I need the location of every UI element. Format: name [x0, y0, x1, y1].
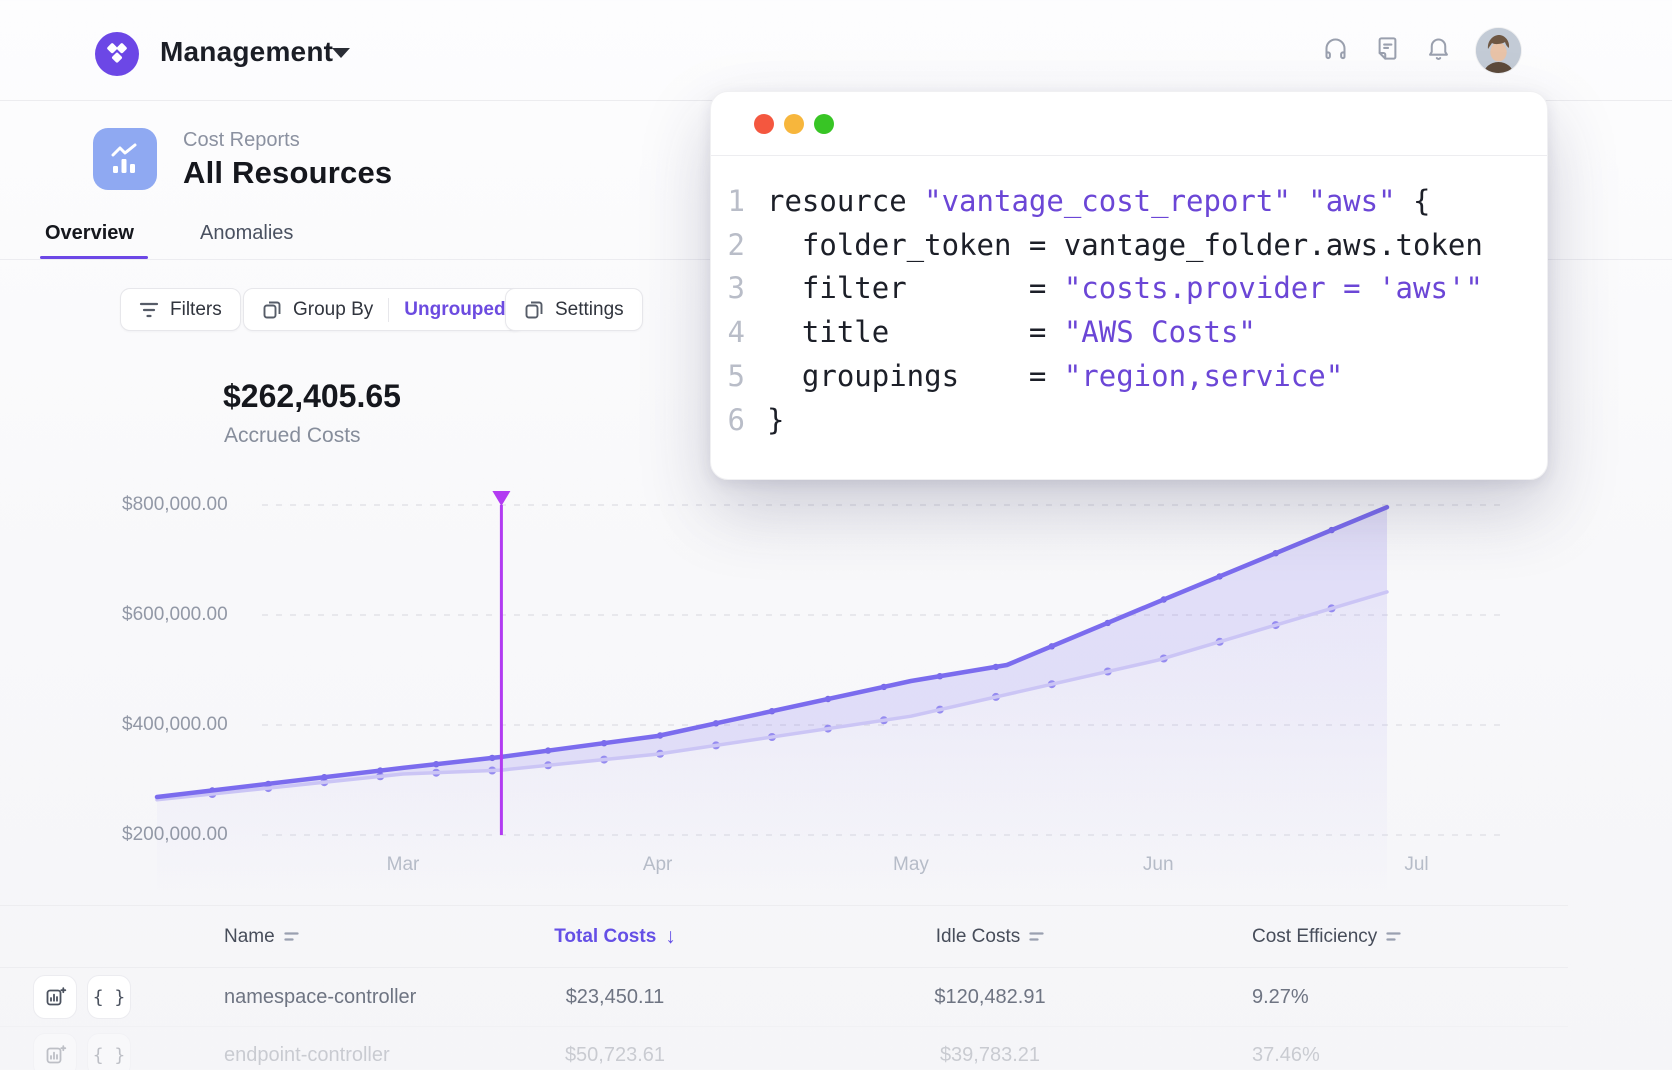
table-header-row: Name Total Costs ↓ Idle Costs Cost Effic…: [0, 905, 1568, 968]
cell-name: namespace-controller: [190, 986, 465, 1009]
filter-icon: [139, 301, 159, 319]
y-axis-label: $400,000.00: [122, 714, 228, 736]
x-axis-label: Jun: [1143, 854, 1174, 876]
cell-total-costs: $23,450.11: [465, 986, 765, 1009]
chart-trend-icon: [107, 142, 143, 176]
cost-report-icon: [93, 128, 157, 190]
code-line: 4 title = "AWS Costs": [711, 311, 1547, 355]
workspace-dropdown-caret[interactable]: [332, 48, 350, 58]
code-content[interactable]: 1resource "vantage_cost_report" "aws" {2…: [711, 156, 1547, 442]
code-text: }: [745, 399, 784, 443]
line-number: 4: [711, 311, 745, 355]
code-text: filter = "costs.provider = 'aws'": [745, 267, 1483, 311]
button-divider: [388, 298, 389, 322]
column-header-idle-costs[interactable]: Idle Costs: [765, 926, 1215, 948]
tab-anomalies[interactable]: Anomalies: [200, 222, 293, 245]
line-number: 1: [711, 180, 745, 224]
x-axis-label: Mar: [387, 854, 420, 876]
cell-cost-efficiency: 9.27%: [1215, 986, 1568, 1009]
code-text: groupings = "region,service": [745, 355, 1343, 399]
document-icon[interactable]: [1374, 35, 1401, 62]
sort-lines-icon: [284, 930, 299, 943]
minimize-traffic-light[interactable]: [784, 114, 804, 134]
line-number: 2: [711, 224, 745, 268]
group-by-icon: [262, 300, 282, 320]
column-header-name[interactable]: Name: [190, 926, 465, 948]
breadcrumb-section: Cost Reports: [183, 129, 300, 152]
workspace-title: Management: [160, 36, 333, 68]
group-by-button[interactable]: Group By Ungrouped: [243, 288, 525, 331]
x-axis-label: May: [893, 854, 929, 876]
line-number: 6: [711, 399, 745, 443]
code-text: folder_token = vantage_folder.aws.token: [745, 224, 1483, 268]
zoom-traffic-light[interactable]: [814, 114, 834, 134]
table-row[interactable]: { } endpoint-controller$50,723.61$39,783.…: [0, 1026, 1568, 1070]
active-tab-underline: [40, 256, 148, 259]
filters-button[interactable]: Filters: [120, 288, 241, 331]
sort-arrow-down-icon: ↓: [665, 925, 676, 949]
area-chart-canvas: [0, 460, 1568, 980]
code-line: 3 filter = "costs.provider = 'aws'": [711, 267, 1547, 311]
line-number: 3: [711, 267, 745, 311]
cell-idle-costs: $39,783.21: [765, 1044, 1215, 1067]
table-row[interactable]: { } namespace-controller$23,450.11$120,48…: [0, 968, 1568, 1026]
logo-diamonds-icon: [104, 41, 130, 67]
code-text: title = "AWS Costs": [745, 311, 1256, 355]
accrued-costs-label: Accrued Costs: [224, 424, 361, 448]
column-header-total-costs[interactable]: Total Costs ↓: [465, 925, 765, 949]
group-by-value: Ungrouped: [404, 299, 505, 321]
line-number: 5: [711, 355, 745, 399]
cell-idle-costs: $120,482.91: [765, 986, 1215, 1009]
settings-label: Settings: [555, 299, 624, 321]
cell-total-costs: $50,723.61: [465, 1044, 765, 1067]
page-title: All Resources: [183, 155, 392, 191]
close-traffic-light[interactable]: [754, 114, 774, 134]
x-axis-label: Jul: [1404, 854, 1428, 876]
code-line: 5 groupings = "region,service": [711, 355, 1547, 399]
add-to-chart-button[interactable]: [33, 1033, 77, 1070]
code-line: 6}: [711, 399, 1547, 443]
accrued-costs-amount: $262,405.65: [223, 378, 401, 415]
y-axis-label: $200,000.00: [122, 824, 228, 846]
headphones-icon[interactable]: [1322, 35, 1349, 62]
code-braces-button[interactable]: { }: [87, 975, 131, 1019]
settings-button[interactable]: Settings: [505, 288, 643, 331]
user-avatar[interactable]: [1476, 28, 1521, 73]
row-divider: [0, 1026, 1568, 1027]
y-axis-label: $600,000.00: [122, 604, 228, 626]
bell-icon[interactable]: [1425, 35, 1452, 62]
code-editor-window[interactable]: 1resource "vantage_cost_report" "aws" {2…: [710, 91, 1548, 480]
sort-lines-icon: [1386, 930, 1401, 943]
filters-label: Filters: [170, 299, 222, 321]
code-line: 1resource "vantage_cost_report" "aws" {: [711, 180, 1547, 224]
group-by-label: Group By: [293, 299, 373, 321]
cost-chart[interactable]: $800,000.00 $600,000.00 $400,000.00 $200,00…: [0, 460, 1568, 980]
avatar-portrait: [1476, 28, 1521, 73]
app-logo[interactable]: [95, 32, 139, 76]
code-braces-button[interactable]: { }: [87, 1033, 131, 1070]
settings-layers-icon: [524, 300, 544, 320]
cell-cost-efficiency: 37.46%: [1215, 1044, 1568, 1067]
tab-overview[interactable]: Overview: [45, 222, 134, 245]
cell-name: endpoint-controller: [190, 1044, 465, 1067]
chart-plus-icon: [44, 986, 67, 1009]
y-axis-label: $800,000.00: [122, 494, 228, 516]
x-axis-label: Apr: [643, 854, 673, 876]
add-to-chart-button[interactable]: [33, 975, 77, 1019]
code-text: resource "vantage_cost_report" "aws" {: [745, 180, 1431, 224]
chart-plus-icon: [44, 1044, 67, 1067]
window-titlebar: [711, 92, 1547, 156]
code-line: 2 folder_token = vantage_folder.aws.toke…: [711, 224, 1547, 268]
column-header-cost-efficiency[interactable]: Cost Efficiency: [1215, 926, 1568, 948]
sort-lines-icon: [1029, 930, 1044, 943]
